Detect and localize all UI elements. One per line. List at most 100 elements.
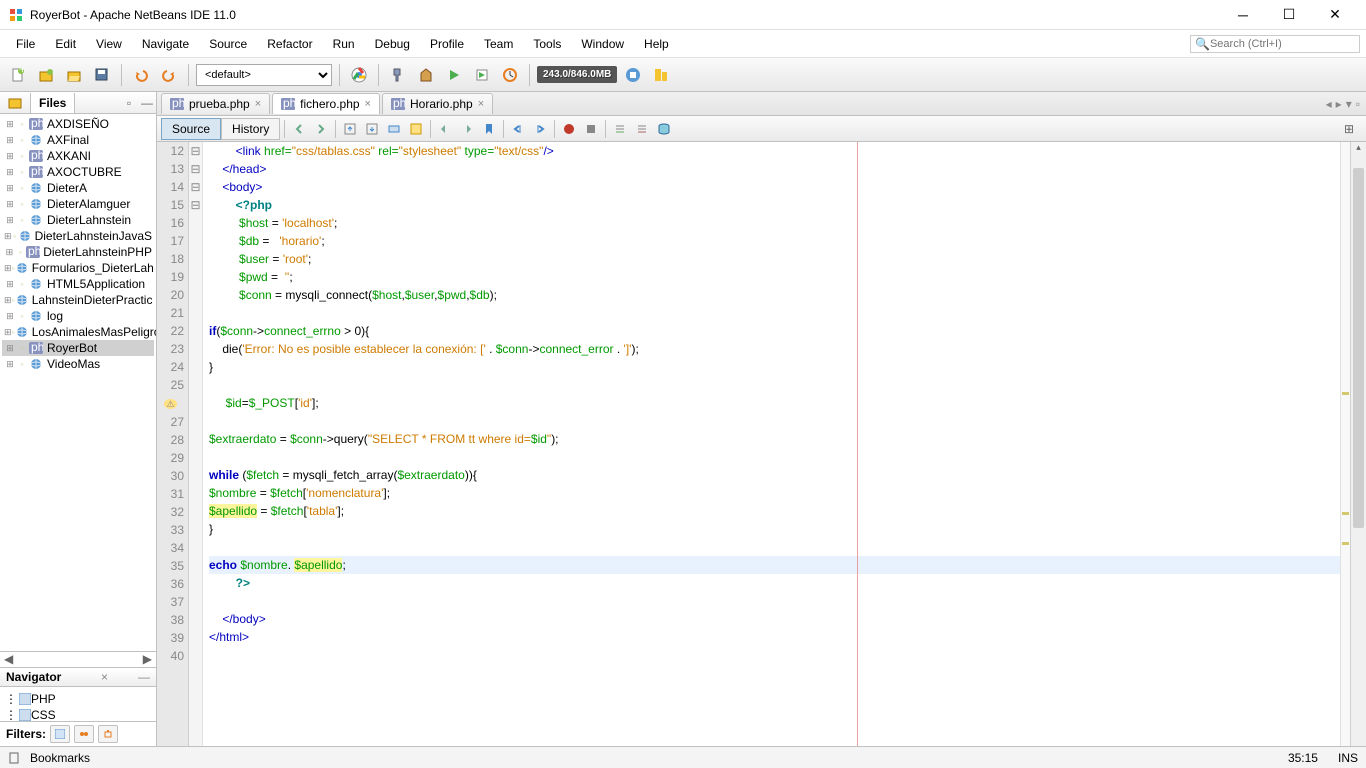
build-button[interactable] — [386, 63, 410, 87]
svg-text:php: php — [31, 118, 43, 130]
editor-split-icon[interactable]: ⊞ — [1344, 122, 1362, 136]
tab-maximize-icon[interactable]: ▫ — [1356, 97, 1360, 111]
tree-scrollbar[interactable]: ◀▶ — [0, 651, 156, 667]
vertical-scrollbar[interactable]: ▴ — [1350, 142, 1366, 746]
source-view-button[interactable]: Source — [161, 118, 221, 140]
menu-profile[interactable]: Profile — [420, 33, 474, 55]
tab-scroll-right-icon[interactable]: ▸ — [1336, 97, 1342, 111]
menu-view[interactable]: View — [86, 33, 132, 55]
bookmarks-icon[interactable] — [8, 752, 20, 764]
profile-button[interactable] — [498, 63, 522, 87]
menu-file[interactable]: File — [6, 33, 45, 55]
menu-debug[interactable]: Debug — [365, 33, 420, 55]
cursor-position: 35:15 — [1288, 751, 1318, 765]
tab-prueba.php[interactable]: phpprueba.php× — [161, 93, 270, 114]
menu-edit[interactable]: Edit — [45, 33, 86, 55]
macro-record-button[interactable] — [559, 119, 579, 139]
uncomment-button[interactable] — [632, 119, 652, 139]
project-DieterA[interactable]: ⊞◦DieterA — [2, 180, 154, 196]
sidebar-tab-files[interactable]: Files — [31, 93, 75, 113]
sidebar-tab-icon[interactable] — [0, 93, 31, 113]
gc-button[interactable] — [621, 63, 645, 87]
nav-fwd-button[interactable] — [311, 119, 331, 139]
tab-close-icon[interactable]: × — [255, 98, 261, 110]
project-tree[interactable]: ⊞◦phpAXDISEÑO⊞◦AXFinal⊞◦phpAXKANI⊞◦phpAX… — [0, 114, 156, 651]
code-editor[interactable]: 1213141516171819202122232425⚠27282930313… — [157, 142, 1366, 746]
navigator-minimize-icon[interactable]: — — [138, 670, 150, 684]
clean-build-button[interactable] — [414, 63, 438, 87]
error-stripe[interactable] — [1340, 142, 1350, 746]
project-LahnsteinDieterPractic[interactable]: ⊞◦LahnsteinDieterPractic — [2, 292, 154, 308]
svg-text:php: php — [283, 98, 295, 110]
project-DieterAlamguer[interactable]: ⊞◦DieterAlamguer — [2, 196, 154, 212]
minimize-button[interactable]: ─ — [1220, 0, 1266, 30]
tab-close-icon[interactable]: × — [478, 98, 484, 110]
project-HTML5Application[interactable]: ⊞◦HTML5Application — [2, 276, 154, 292]
debug-button[interactable] — [470, 63, 494, 87]
shift-right-button[interactable] — [530, 119, 550, 139]
maximize-button[interactable]: ☐ — [1266, 0, 1312, 30]
menu-tools[interactable]: Tools — [523, 33, 571, 55]
memory-indicator[interactable]: 243.0/846.0MB — [537, 66, 617, 83]
search-input[interactable] — [1210, 38, 1355, 50]
nav-item-php[interactable]: ⋮PHP — [4, 691, 152, 707]
find-prev-button[interactable] — [340, 119, 360, 139]
project-DieterLahnsteinJavaS[interactable]: ⊞◦DieterLahnsteinJavaS — [2, 228, 154, 244]
tab-close-icon[interactable]: × — [365, 98, 371, 110]
project-LosAnimalesMasPeligro[interactable]: ⊞◦LosAnimalesMasPeligro — [2, 324, 154, 340]
run-button[interactable] — [442, 63, 466, 87]
menu-team[interactable]: Team — [474, 33, 523, 55]
history-view-button[interactable]: History — [221, 118, 280, 140]
toggle-bookmark-button[interactable] — [479, 119, 499, 139]
project-VideoMas[interactable]: ⊞◦VideoMas — [2, 356, 154, 372]
project-AXOCTUBRE[interactable]: ⊞◦phpAXOCTUBRE — [2, 164, 154, 180]
navigator-close-icon[interactable]: × — [101, 670, 108, 684]
next-bookmark-button[interactable] — [457, 119, 477, 139]
filter-btn-2[interactable] — [74, 725, 94, 743]
open-project-button[interactable] — [62, 63, 86, 87]
menu-run[interactable]: Run — [323, 33, 365, 55]
quick-search[interactable]: 🔍 — [1190, 35, 1360, 53]
sidebar-minimize-icon[interactable]: — — [138, 96, 156, 110]
redo-button[interactable] — [157, 63, 181, 87]
menu-source[interactable]: Source — [199, 33, 257, 55]
new-project-button[interactable] — [34, 63, 58, 87]
prev-bookmark-button[interactable] — [435, 119, 455, 139]
browser-button[interactable] — [347, 63, 371, 87]
project-AXKANI[interactable]: ⊞◦phpAXKANI — [2, 148, 154, 164]
bookmarks-label[interactable]: Bookmarks — [30, 751, 90, 765]
filter-btn-1[interactable] — [50, 725, 70, 743]
nav-back-button[interactable] — [289, 119, 309, 139]
project-AXFinal[interactable]: ⊞◦AXFinal — [2, 132, 154, 148]
new-file-button[interactable]: + — [6, 63, 30, 87]
find-next-button[interactable] — [362, 119, 382, 139]
project-log[interactable]: ⊞◦log — [2, 308, 154, 324]
save-all-button[interactable] — [90, 63, 114, 87]
sidebar-tab-icon2[interactable]: ▫ — [120, 96, 138, 110]
project-AXDISEÑO[interactable]: ⊞◦phpAXDISEÑO — [2, 116, 154, 132]
menu-window[interactable]: Window — [571, 33, 634, 55]
tab-Horario.php[interactable]: phpHorario.php× — [382, 93, 493, 114]
project-RoyerBot[interactable]: ⊞◦phpRoyerBot — [2, 340, 154, 356]
filter-btn-3[interactable] — [98, 725, 118, 743]
project-DieterLahnstein[interactable]: ⊞◦DieterLahnstein — [2, 212, 154, 228]
menu-help[interactable]: Help — [634, 33, 679, 55]
menu-navigate[interactable]: Navigate — [132, 33, 199, 55]
find-selection-button[interactable] — [384, 119, 404, 139]
project-Formularios_DieterLah[interactable]: ⊞◦Formularios_DieterLah — [2, 260, 154, 276]
tab-list-icon[interactable]: ▾ — [1346, 97, 1352, 111]
tab-fichero.php[interactable]: phpfichero.php× — [272, 93, 380, 114]
nav-item-css[interactable]: ⋮CSS — [4, 707, 152, 721]
db-button[interactable] — [654, 119, 674, 139]
macro-stop-button[interactable] — [581, 119, 601, 139]
shift-left-button[interactable] — [508, 119, 528, 139]
close-button[interactable]: ✕ — [1312, 0, 1358, 30]
tab-scroll-left-icon[interactable]: ◂ — [1326, 97, 1332, 111]
undo-button[interactable] — [129, 63, 153, 87]
config-select[interactable]: <default> — [196, 64, 332, 86]
toggle-highlight-button[interactable] — [406, 119, 426, 139]
menu-refactor[interactable]: Refactor — [257, 33, 322, 55]
profile-ide-button[interactable] — [649, 63, 673, 87]
project-DieterLahnsteinPHP[interactable]: ⊞◦phpDieterLahnsteinPHP — [2, 244, 154, 260]
comment-button[interactable] — [610, 119, 630, 139]
